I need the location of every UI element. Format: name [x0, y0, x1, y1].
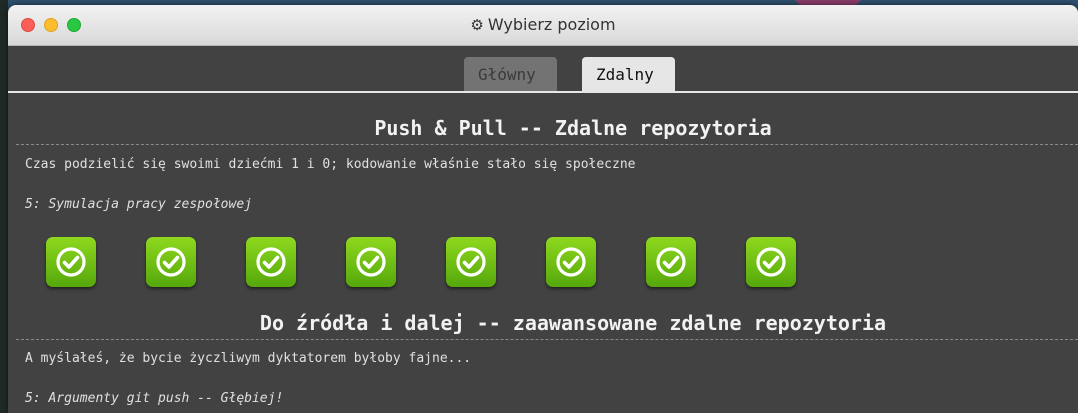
hovered-level-name: 5: Argumenty git push -- Głębiej!: [25, 391, 284, 406]
check-circle-icon: [756, 247, 786, 277]
gear-icon: ⚙: [470, 16, 484, 34]
tab-remote[interactable]: Zdalny: [582, 57, 675, 92]
check-circle-icon: [356, 247, 386, 277]
tab-underline: [8, 91, 1078, 93]
level-button-2[interactable]: [146, 237, 196, 287]
section-title-advanced-remote: Do źródła i dalej -- zaawansowane zdalne…: [259, 311, 887, 335]
level-button-6[interactable]: [546, 237, 596, 287]
section-description: Czas podzielić się swoimi dziećmi 1 i 0;…: [25, 157, 636, 172]
check-circle-icon: [556, 247, 586, 277]
check-circle-icon: [656, 247, 686, 277]
check-circle-icon: [156, 247, 186, 277]
desktop-edge: [0, 0, 8, 413]
section-divider: [16, 339, 1078, 340]
level-select-window: ⚙ Wybierz poziom Główny Zdalny Push & Pul…: [8, 5, 1078, 413]
section-title-push-pull: Push & Pull -- Zdalne repozytoria: [374, 116, 772, 140]
hovered-level-name: 5: Symulacja pracy zespołowej: [25, 197, 252, 212]
window-title: Wybierz poziom: [487, 15, 616, 34]
section-description: A myślałeś, że bycie życzliwym dyktatore…: [25, 351, 472, 366]
level-button-1[interactable]: [46, 237, 96, 287]
level-button-4[interactable]: [346, 237, 396, 287]
tab-main[interactable]: Główny: [464, 57, 557, 92]
check-circle-icon: [456, 247, 486, 277]
window-title-container: ⚙ Wybierz poziom: [8, 5, 1078, 45]
tab-bar: Główny Zdalny: [8, 57, 1078, 92]
level-button-3[interactable]: [246, 237, 296, 287]
level-button-5[interactable]: [446, 237, 496, 287]
check-circle-icon: [56, 247, 86, 277]
titlebar: ⚙ Wybierz poziom: [8, 5, 1078, 46]
section-divider: [16, 144, 1078, 145]
check-circle-icon: [256, 247, 286, 277]
level-button-8[interactable]: [746, 237, 796, 287]
level-button-7[interactable]: [646, 237, 696, 287]
